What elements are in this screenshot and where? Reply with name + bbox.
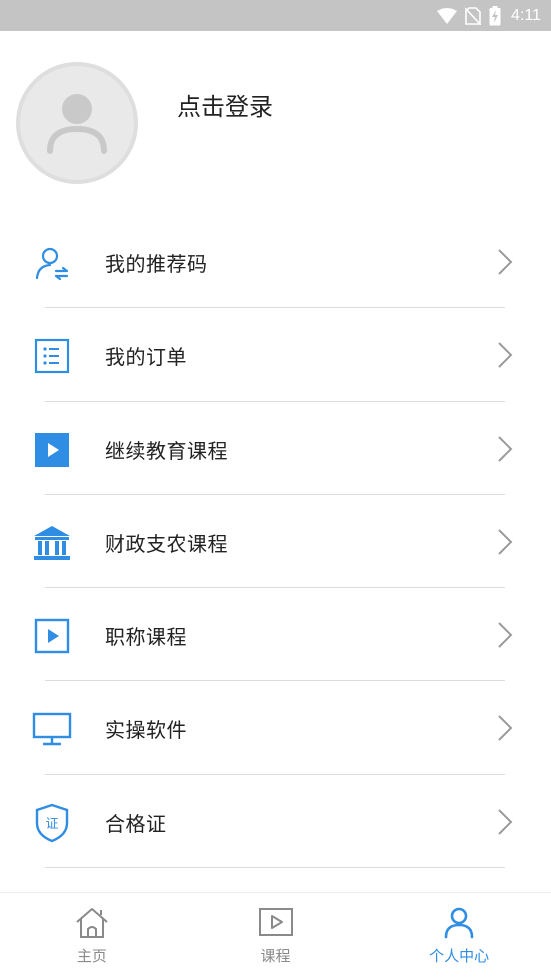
status-bar: 4:11 [0, 0, 551, 31]
person-icon [441, 907, 477, 939]
user-share-icon [32, 243, 72, 283]
tab-courses[interactable]: 课程 [184, 893, 368, 979]
status-time: 4:11 [511, 6, 541, 24]
menu-list: 我的推荐码 我的订单 继续教育课程 财政支农课程 职称课程 实操软件 证 合格证 [0, 215, 551, 869]
play-filled-icon [32, 430, 72, 470]
menu-item-title-courses[interactable]: 职称课程 [0, 588, 551, 682]
menu-item-orders[interactable]: 我的订单 [0, 308, 551, 402]
chevron-right-icon [494, 805, 516, 839]
chevron-right-icon [494, 525, 516, 559]
tab-label: 主页 [76, 947, 107, 965]
tab-home[interactable]: 主页 [0, 893, 184, 979]
menu-item-label: 合格证 [105, 811, 167, 836]
wifi-icon [437, 7, 458, 24]
login-link[interactable]: 点击登录 [177, 87, 273, 122]
bottom-tab-bar: 主页 课程 个人中心 [0, 892, 551, 979]
chevron-right-icon [494, 618, 516, 652]
certificate-shield-icon: 证 [32, 803, 72, 843]
no-sim-icon [465, 6, 482, 25]
chevron-right-icon [494, 245, 516, 279]
tab-personal-center[interactable]: 个人中心 [367, 893, 551, 979]
menu-item-fiscal-agriculture[interactable]: 财政支农课程 [0, 495, 551, 589]
menu-item-certificate[interactable]: 证 合格证 [0, 775, 551, 869]
menu-item-label: 我的订单 [105, 345, 187, 370]
tab-label: 个人中心 [429, 947, 490, 965]
menu-item-referral-code[interactable]: 我的推荐码 [0, 215, 551, 309]
status-icons: 4:11 [437, 0, 541, 31]
video-play-icon [258, 907, 294, 939]
menu-item-label: 财政支农课程 [105, 531, 228, 556]
svg-text:证: 证 [45, 817, 58, 832]
tab-label: 课程 [260, 947, 291, 965]
menu-item-label: 我的推荐码 [105, 252, 208, 276]
play-outline-icon [32, 616, 72, 656]
home-icon [74, 907, 110, 939]
chevron-right-icon [494, 711, 516, 745]
profile-header: 点击登录 [0, 31, 551, 211]
menu-item-label: 职称课程 [105, 625, 187, 650]
list-icon [32, 336, 72, 376]
menu-item-label: 继续教育课程 [105, 438, 228, 463]
monitor-icon [32, 709, 72, 749]
chevron-right-icon [494, 432, 516, 466]
menu-item-continuing-education[interactable]: 继续教育课程 [0, 402, 551, 495]
bank-icon [32, 523, 72, 563]
user-avatar-icon[interactable] [16, 62, 138, 184]
battery-charging-icon [489, 5, 501, 26]
menu-item-label: 实操软件 [105, 718, 187, 743]
chevron-right-icon [494, 338, 516, 372]
divider [45, 867, 505, 869]
menu-item-practice-software[interactable]: 实操软件 [0, 681, 551, 775]
